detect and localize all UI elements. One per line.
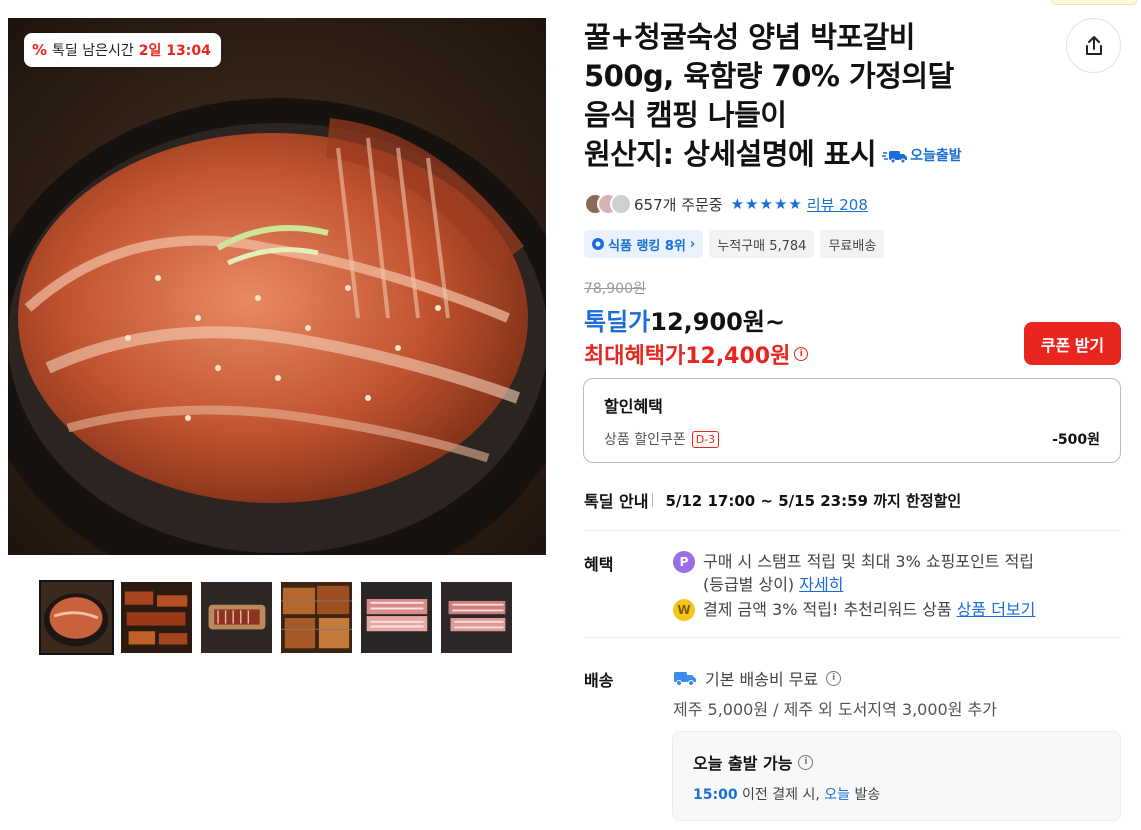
today-ship-tag: 오늘출발 [882,137,962,176]
timer-label: 톡딜 남은시간 [52,43,134,59]
share-icon [1085,35,1102,55]
deal-info-label: 톡딜 안내 [584,492,649,511]
info-icon[interactable]: i [794,347,809,361]
max-price-value: 12,400원 [685,344,791,369]
thumbnail-5[interactable] [359,580,434,655]
shipping-base-row: 기본 배송비 무료 i [673,666,997,690]
chevron-right-icon: › [689,236,696,252]
avatar [610,193,632,215]
shipping-extra: 제주 5,000원 / 제주 외 도서지역 3,000원 추가 [673,700,997,719]
benefit-line-1b: (등급별 상이) [703,575,795,594]
today-shipping-title: 오늘 출발 가능 [693,754,793,773]
section-divider [584,530,1121,531]
shipping-info: 기본 배송비 무료 i 제주 5,000원 / 제주 외 도서지역 3,000원… [673,666,997,720]
buyer-avatars [584,193,632,215]
title-line-1: 꿀+청귤숙성 양념 박포갈비 [584,20,915,54]
max-benefit-price: 최대혜택가 12,400원 i [584,338,809,370]
badge-chips: 식품 랭킹 8위 › 누적구매 5,784 무료배송 [584,230,885,258]
free-shipping-chip: 무료배송 [820,230,885,258]
deal-price-label: 톡딜가 [584,308,651,336]
divider [652,493,654,507]
info-icon[interactable]: i [798,754,814,770]
fast-truck-icon [882,151,908,164]
title-line-2: 500g, 육함량 70% 가정의달 [584,59,954,93]
main-product-image[interactable]: % 톡딜 남은시간 2일 13:04 [8,18,546,555]
deal-info-value: 5/12 17:00 ~ 5/15 23:59 까지 한정할인 [665,491,962,510]
point-coin-icon: P [673,551,695,573]
title-line-4-wrap: 원산지: 상세설명에 표시 오늘출발 [584,135,1004,176]
shipping-label: 배송 [584,671,614,690]
deal-timer-badge: % 톡딜 남은시간 2일 13:04 [24,33,221,67]
details-link[interactable]: 자세히 [799,575,843,594]
today-ship-tag-label: 오늘출발 [910,147,962,164]
today-word: 오늘 [824,787,851,803]
cutoff-time: 15:00 [693,787,738,803]
stats-row: 657개 주문중 ★★★★★ 리뷰 208 [584,193,868,215]
today-shipping-title-row: 오늘 출발 가능 i [693,750,1100,774]
title-line-4: 원산지: 상세설명에 표시 [584,137,877,171]
thumbnail-1[interactable] [39,580,114,655]
percent-icon: % [32,41,48,59]
cumulative-purchase-chip: 누적구매 5,784 [709,230,815,258]
cutoff-mid: 이전 결제 시, [742,787,820,803]
deal-info: 톡딜 안내 5/12 17:00 ~ 5/15 23:59 까지 한정할인 [584,488,961,512]
today-shipping-detail: 15:00 이전 결제 시, 오늘 발송 [693,784,1100,804]
benefit-item: W 결제 금액 3% 적립! 추천리워드 상품 상품 더보기 [673,598,1035,621]
reward-coin-icon: W [673,599,695,621]
shipping-base: 기본 배송비 무료 [705,670,819,689]
benefits-list: P 구매 시 스탬프 적립 및 최대 3% 쇼핑포인트 적립 (등급별 상이) … [673,550,1035,621]
benefit-line-2: 결제 금액 3% 적립! 추천리워드 상품 [703,600,952,619]
product-title: 꿀+청귤숙성 양념 박포갈비 500g, 육함량 70% 가정의달 음식 캠핑 … [584,18,1004,176]
ranking-chip[interactable]: 식품 랭킹 8위 › [584,230,704,258]
thumbnail-2[interactable] [119,580,194,655]
original-price: 78,900원 [584,281,646,297]
d-day-tag: D-3 [691,430,720,448]
thumbnail-strip [39,580,514,655]
discount-row: 상품 할인쿠폰 D-3 -500원 [604,429,1100,449]
discount-box: 할인혜택 상품 할인쿠폰 D-3 -500원 [583,378,1121,463]
deal-price: 톡딜가12,900원~ [584,302,785,337]
today-shipping-box: 오늘 출발 가능 i 15:00 이전 결제 시, 오늘 발송 [672,731,1121,821]
ranking-chip-label: 식품 랭킹 8위 [608,238,686,254]
max-price-label: 최대혜택가 [584,344,686,369]
benefits-label: 혜택 [584,555,614,574]
discount-amount: -500원 [1052,432,1100,448]
ranking-badge-icon [592,238,604,250]
thumbnail-6[interactable] [439,580,514,655]
rating-stars-icon: ★★★★★ [730,195,803,213]
deal-price-value: 12,900원~ [650,308,786,336]
share-button[interactable] [1066,18,1121,73]
timer-value: 2일 13:04 [138,43,211,59]
thumbnail-4[interactable] [279,580,354,655]
benefit-line-1: 구매 시 스탬프 적립 및 최대 3% 쇼핑포인트 적립 [703,552,1035,571]
info-icon[interactable]: i [826,670,842,686]
section-divider [584,637,1121,638]
delivery-truck-icon [674,672,696,686]
thumbnail-3[interactable] [199,580,274,655]
benefit-item: P 구매 시 스탬프 적립 및 최대 3% 쇼핑포인트 적립 (등급별 상이) … [673,550,1035,596]
title-line-3: 음식 캠핑 나들이 [584,98,787,132]
order-count: 657개 주문중 [634,195,723,214]
cutoff-end: 발송 [854,787,881,803]
discount-item-label: 상품 할인쿠폰 [604,432,686,448]
tooltip-stub [1051,0,1137,5]
get-coupon-button[interactable]: 쿠폰 받기 [1024,322,1121,365]
review-link[interactable]: 리뷰 208 [807,194,868,215]
discount-title: 할인혜택 [604,397,663,416]
product-photo [8,18,546,555]
more-products-link[interactable]: 상품 더보기 [957,600,1036,619]
